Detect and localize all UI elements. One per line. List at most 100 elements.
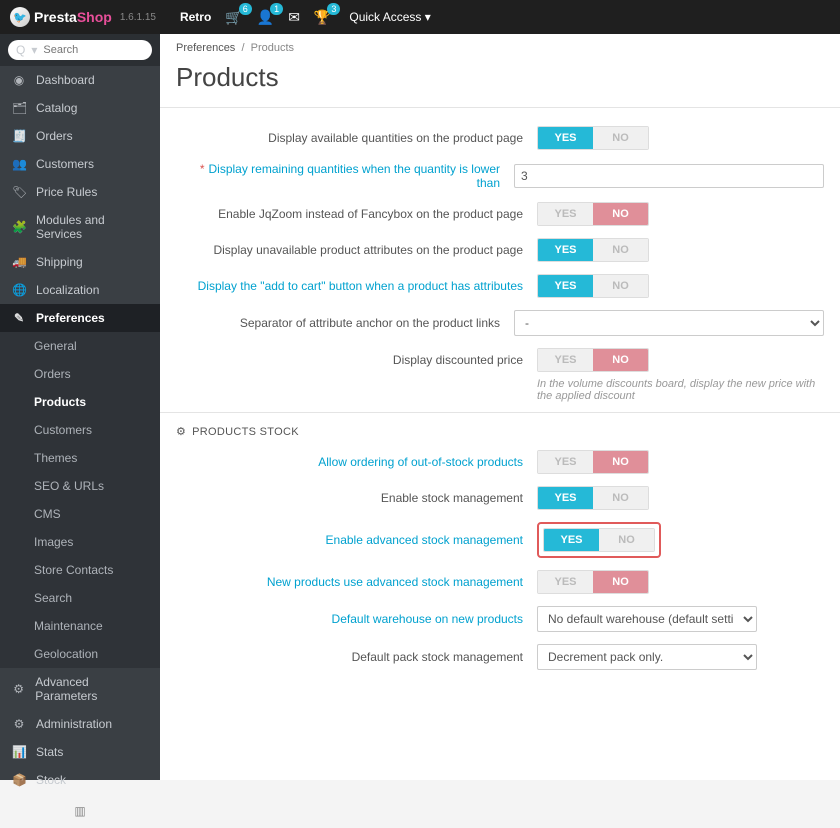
modules-icon: 🧩 xyxy=(12,220,26,234)
toggle-addcart-no[interactable]: NO xyxy=(593,275,648,297)
toggle-unavailable-attr-yes[interactable]: YES xyxy=(538,239,593,261)
subnav-images[interactable]: Images xyxy=(0,528,160,556)
trophy-badge: 3 xyxy=(327,3,340,15)
mail-icon[interactable]: ✉ xyxy=(288,9,300,26)
subnav-store-contacts[interactable]: Store Contacts xyxy=(0,556,160,584)
brand-text: PrestaShop xyxy=(34,9,112,25)
puffin-icon: 🐦 xyxy=(10,7,30,27)
input-remaining-low[interactable] xyxy=(514,164,824,188)
subnav-geolocation[interactable]: Geolocation xyxy=(0,640,160,668)
preferences-submenu: General Orders Products Customers Themes… xyxy=(0,332,160,668)
subnav-general[interactable]: General xyxy=(0,332,160,360)
toggle-add-to-cart-attr[interactable]: YES NO xyxy=(537,274,649,298)
sidebar: Q ▾ ◉Dashboard 🗂Catalog 🧾Orders 👥Custome… xyxy=(0,34,160,780)
products-panel: Display available quantities on the prod… xyxy=(160,107,840,412)
toggle-jqzoom[interactable]: YES NO xyxy=(537,202,649,226)
subnav-orders[interactable]: Orders xyxy=(0,360,160,388)
sidebar-item-stock[interactable]: 📦Stock xyxy=(0,766,160,794)
administration-icon: ⚙ xyxy=(12,717,26,731)
stock-panel-header: ⚙ PRODUCTS STOCK xyxy=(176,425,824,438)
content-area: Preferences / Products Products Display … xyxy=(160,34,840,780)
toggle-stockmgmt-yes[interactable]: YES xyxy=(538,487,593,509)
localization-icon: 🌐 xyxy=(12,283,26,297)
subnav-seo[interactable]: SEO & URLs xyxy=(0,472,160,500)
customers-icon: 👥 xyxy=(12,157,26,171)
cart-icon[interactable]: 🛒6 xyxy=(225,9,242,26)
toggle-unavailable-attr[interactable]: YES NO xyxy=(537,238,649,262)
catalog-icon: 🗂 xyxy=(12,101,26,115)
user-badge: 1 xyxy=(270,3,283,15)
label-discounted-price: Display discounted price xyxy=(176,353,523,367)
toggle-stockmgmt-no[interactable]: NO xyxy=(593,487,648,509)
search-input-wrap[interactable]: Q ▾ xyxy=(8,40,152,60)
version-label: 1.6.1.15 xyxy=(120,12,156,23)
toggle-newprod-yes[interactable]: YES xyxy=(538,571,593,593)
label-separator: Separator of attribute anchor on the pro… xyxy=(176,316,500,330)
toggle-display-qty[interactable]: YES NO xyxy=(537,126,649,150)
toggle-display-qty-no[interactable]: NO xyxy=(593,127,648,149)
sidebar-item-stats[interactable]: 📊Stats xyxy=(0,738,160,766)
select-pack-mgmt[interactable]: Decrement pack only. xyxy=(537,644,757,670)
brand-logo[interactable]: 🐦 PrestaShop 1.6.1.15 xyxy=(10,7,156,27)
sidebar-item-localization[interactable]: 🌐Localization xyxy=(0,276,160,304)
toggle-stock-mgmt[interactable]: YES NO xyxy=(537,486,649,510)
toggle-advstock-no[interactable]: NO xyxy=(599,529,654,551)
topbar: 🐦 PrestaShop 1.6.1.15 Retro 🛒6 👤1 ✉ 🏆3 Q… xyxy=(0,0,840,34)
page-title: Products xyxy=(160,62,840,107)
sidebar-item-shipping[interactable]: 🚚Shipping xyxy=(0,248,160,276)
select-separator[interactable]: - xyxy=(514,310,824,336)
toggle-discount-yes[interactable]: YES xyxy=(538,349,593,371)
sidebar-item-modules[interactable]: 🧩Modules and Services xyxy=(0,206,160,248)
toggle-jqzoom-yes[interactable]: YES xyxy=(538,203,593,225)
subnav-maintenance[interactable]: Maintenance xyxy=(0,612,160,640)
shop-name[interactable]: Retro xyxy=(180,10,211,24)
subnav-customers[interactable]: Customers xyxy=(0,416,160,444)
dashboard-icon: ◉ xyxy=(12,73,26,87)
breadcrumb-parent[interactable]: Preferences xyxy=(176,42,235,54)
label-adv-stock: Enable advanced stock management xyxy=(176,533,523,547)
preferences-icon: ✎ xyxy=(12,311,26,325)
subnav-search[interactable]: Search xyxy=(0,584,160,612)
quick-access-menu[interactable]: Quick Access ▾ xyxy=(349,10,430,24)
toggle-new-prod-adv[interactable]: YES NO xyxy=(537,570,649,594)
select-default-wh[interactable]: No default warehouse (default setting) xyxy=(537,606,757,632)
user-icon[interactable]: 👤1 xyxy=(257,9,274,26)
sidebar-search: Q ▾ xyxy=(0,34,160,66)
toggle-jqzoom-no[interactable]: NO xyxy=(593,203,648,225)
sidebar-item-preferences[interactable]: ✎Preferences xyxy=(0,304,160,332)
label-add-to-cart-attr: Display the "add to cart" button when a … xyxy=(176,279,523,293)
orders-icon: 🧾 xyxy=(12,129,26,143)
search-input[interactable] xyxy=(43,44,144,56)
toggle-display-qty-yes[interactable]: YES xyxy=(538,127,593,149)
sidebar-item-price-rules[interactable]: 🏷Price Rules xyxy=(0,178,160,206)
sidebar-item-orders[interactable]: 🧾Orders xyxy=(0,122,160,150)
label-oos-order: Allow ordering of out-of-stock products xyxy=(176,455,523,469)
sidebar-item-administration[interactable]: ⚙Administration xyxy=(0,710,160,738)
toggle-advstock-yes[interactable]: YES xyxy=(544,529,599,551)
label-new-prod-adv: New products use advanced stock manageme… xyxy=(176,575,523,589)
label-default-wh: Default warehouse on new products xyxy=(176,612,523,626)
subnav-cms[interactable]: CMS xyxy=(0,500,160,528)
toggle-oos-order[interactable]: YES NO xyxy=(537,450,649,474)
sidebar-collapse-icon[interactable]: ▥ xyxy=(0,794,160,828)
label-pack-mgmt: Default pack stock management xyxy=(176,650,523,664)
toggle-adv-stock[interactable]: YES NO xyxy=(543,528,655,552)
sidebar-item-advanced[interactable]: ⚙Advanced Parameters xyxy=(0,668,160,710)
toggle-oos-no[interactable]: NO xyxy=(593,451,648,473)
sidebar-item-customers[interactable]: 👥Customers xyxy=(0,150,160,178)
stock-icon: 📦 xyxy=(12,773,26,787)
toggle-addcart-yes[interactable]: YES xyxy=(538,275,593,297)
toggle-discounted-price[interactable]: YES NO xyxy=(537,348,649,372)
toggle-unavailable-attr-no[interactable]: NO xyxy=(593,239,648,261)
search-dropdown-icon[interactable]: ▾ xyxy=(31,43,37,57)
subnav-products[interactable]: Products xyxy=(0,388,160,416)
toggle-oos-yes[interactable]: YES xyxy=(538,451,593,473)
sidebar-item-dashboard[interactable]: ◉Dashboard xyxy=(0,66,160,94)
breadcrumb: Preferences / Products xyxy=(160,34,840,62)
toggle-discount-no[interactable]: NO xyxy=(593,349,648,371)
toggle-newprod-no[interactable]: NO xyxy=(593,571,648,593)
trophy-icon[interactable]: 🏆3 xyxy=(314,9,331,26)
sidebar-item-catalog[interactable]: 🗂Catalog xyxy=(0,94,160,122)
label-unavailable-attr: Display unavailable product attributes o… xyxy=(176,243,523,257)
subnav-themes[interactable]: Themes xyxy=(0,444,160,472)
